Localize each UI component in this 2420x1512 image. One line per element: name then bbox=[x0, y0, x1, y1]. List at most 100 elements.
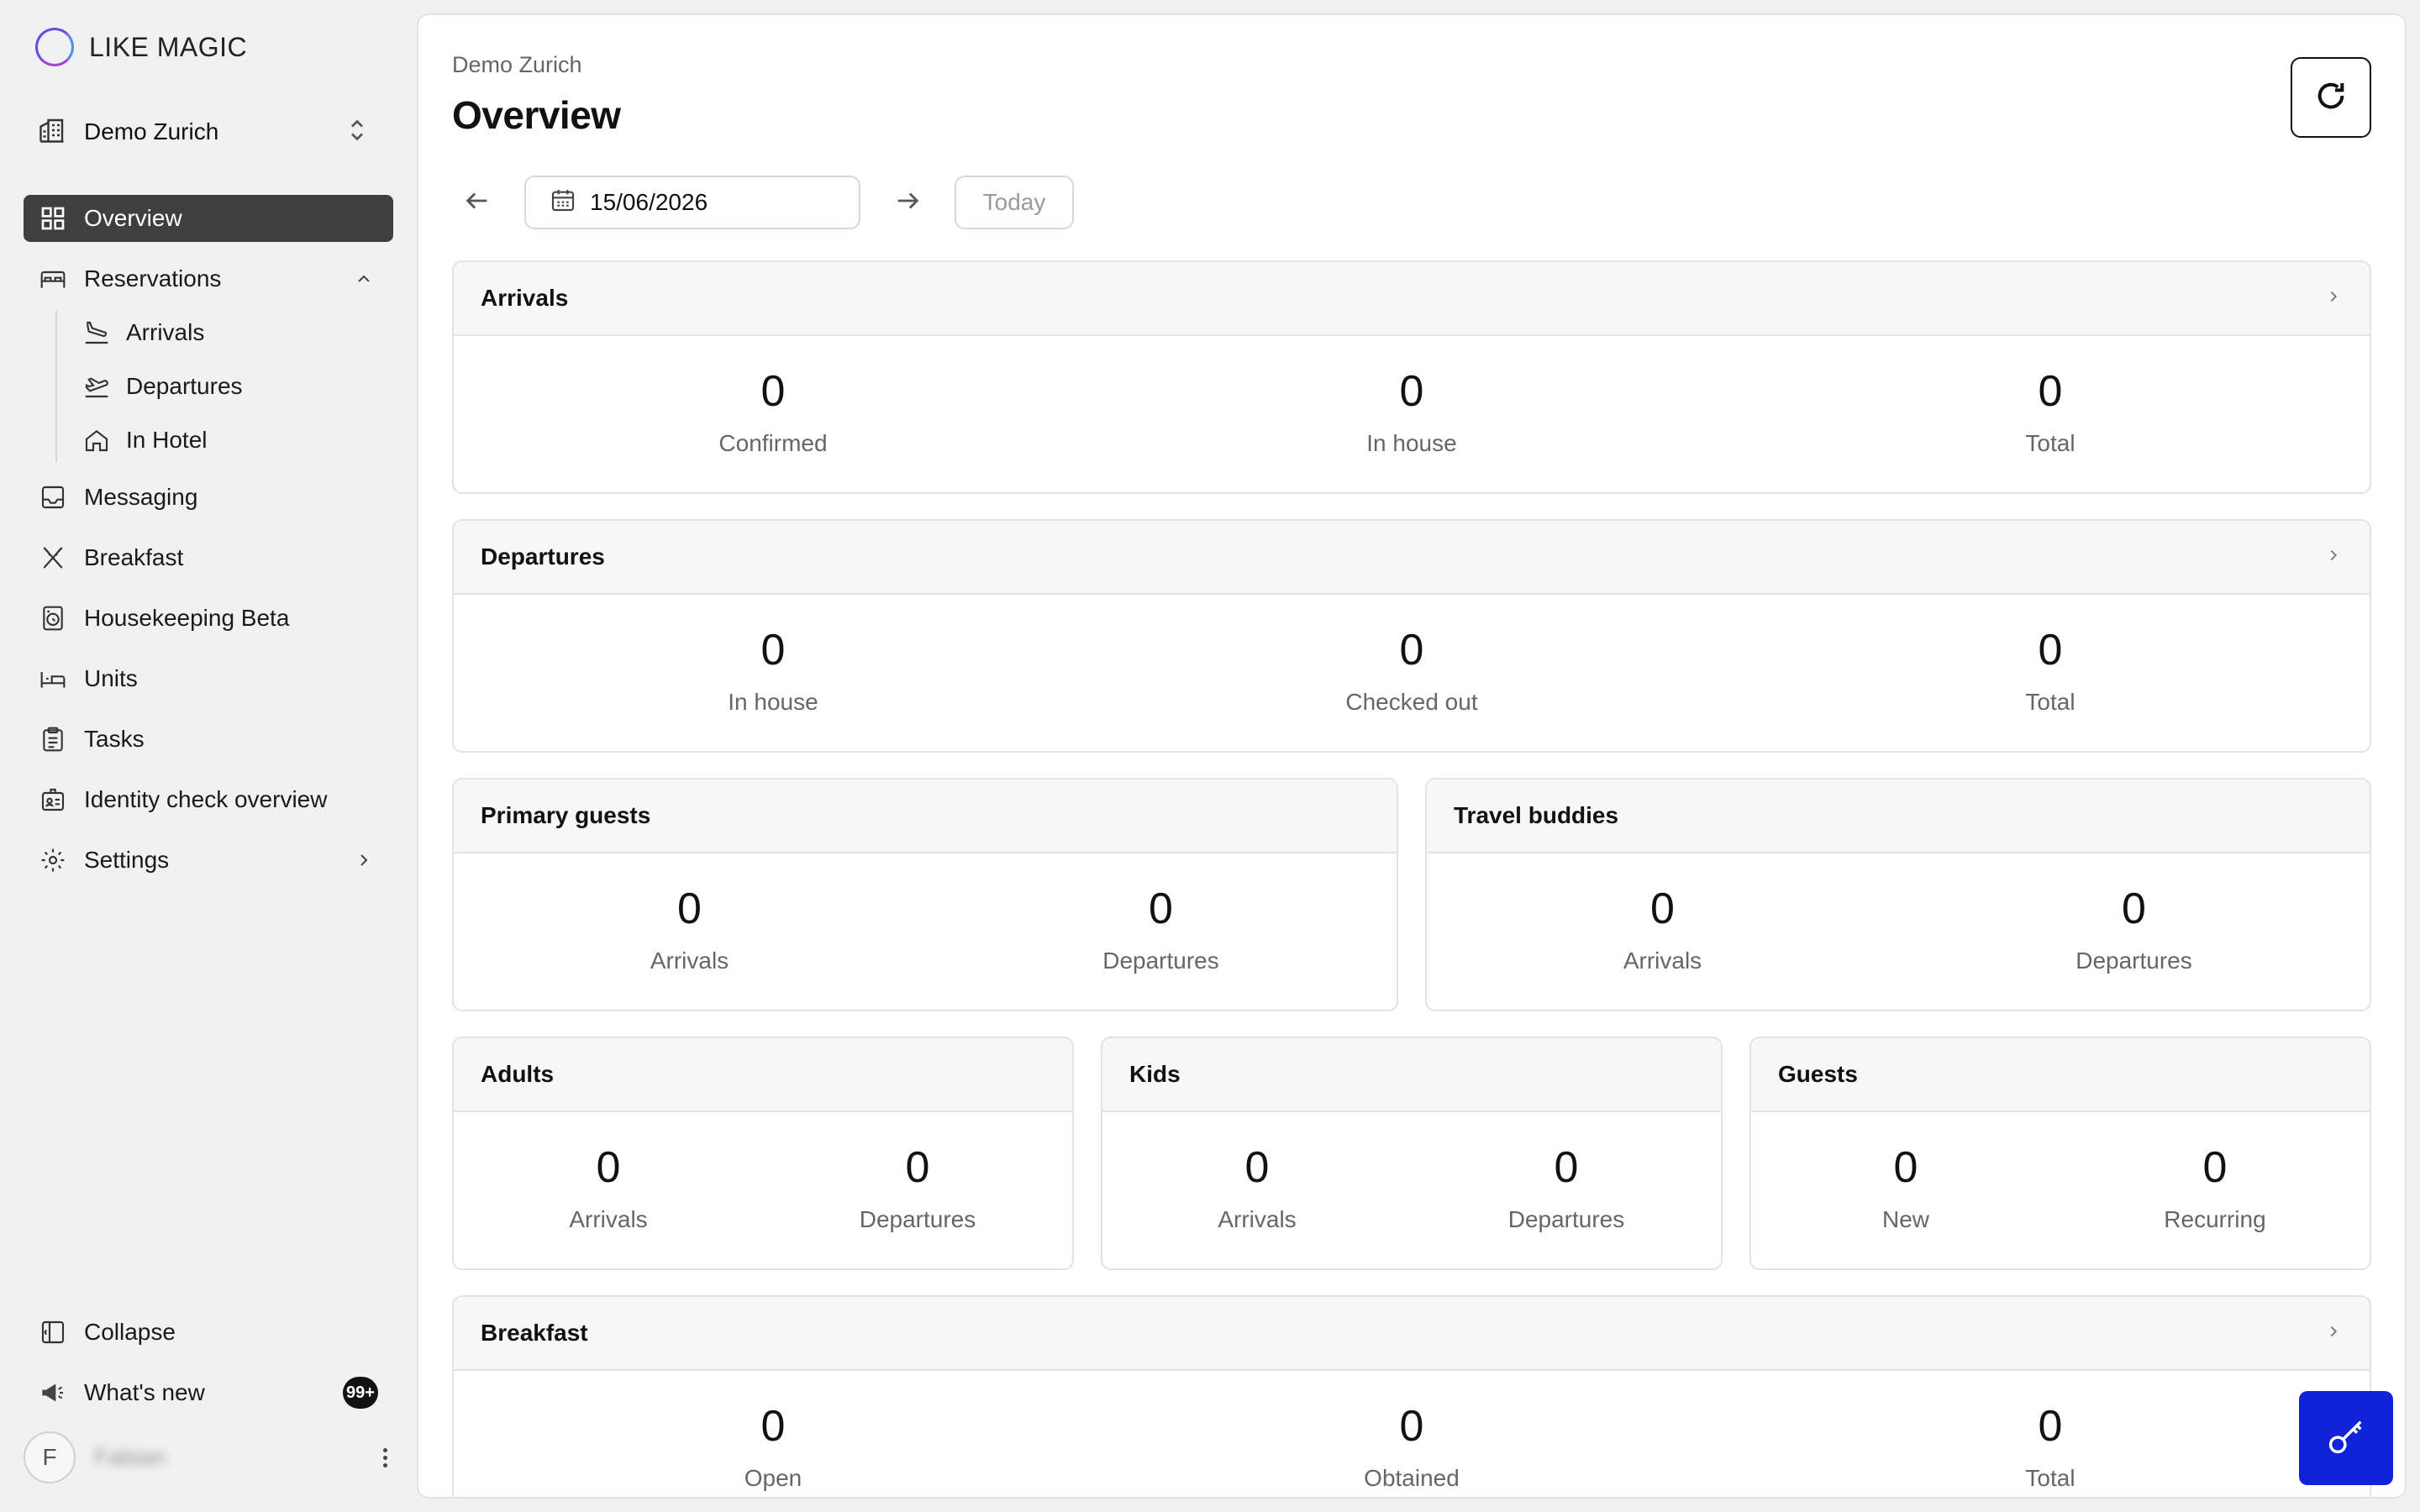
nav-in-hotel[interactable]: In Hotel bbox=[69, 418, 393, 462]
nav-units[interactable]: Units bbox=[24, 655, 393, 702]
stat-label: Total bbox=[2025, 689, 2075, 715]
megaphone-icon bbox=[39, 1378, 67, 1407]
building-icon bbox=[37, 115, 67, 150]
date-picker[interactable]: 15/06/2026 bbox=[524, 176, 860, 229]
stat-value: 0 bbox=[1244, 1143, 1270, 1192]
stat-departures: 0 Departures bbox=[1412, 1112, 1721, 1263]
arrow-right-icon bbox=[893, 186, 922, 219]
nav-reservations-label: Reservations bbox=[84, 265, 222, 291]
stat-label: Departures bbox=[2075, 948, 2192, 974]
today-button[interactable]: Today bbox=[955, 176, 1074, 229]
stat-departures: 0 Departures bbox=[1898, 853, 2370, 1005]
stat-label: Departures bbox=[1102, 948, 1219, 974]
key-action-button[interactable] bbox=[2299, 1391, 2393, 1485]
app-logo[interactable]: LIKE MAGIC bbox=[35, 27, 247, 67]
card-title: Breakfast bbox=[481, 1320, 588, 1346]
guests-card: Guests 0 New 0 Recurring bbox=[1749, 1037, 2371, 1270]
nav-departures[interactable]: Departures bbox=[69, 365, 393, 408]
stat-label: Departures bbox=[1507, 1206, 1625, 1232]
gear-icon bbox=[39, 846, 67, 874]
breadcrumb: Demo Zurich bbox=[452, 52, 582, 77]
chevron-right-icon bbox=[2324, 287, 2343, 310]
chevron-right-icon bbox=[350, 846, 378, 874]
nav-arrivals[interactable]: Arrivals bbox=[69, 311, 393, 354]
next-day-button[interactable] bbox=[882, 177, 933, 228]
card-title: Departures bbox=[481, 543, 605, 570]
stat-total: 0 Total bbox=[1731, 1371, 2370, 1497]
logo-mark bbox=[35, 28, 74, 66]
stat-label: In house bbox=[728, 689, 818, 715]
chevron-up-down-icon bbox=[346, 115, 368, 150]
bed-icon bbox=[39, 265, 67, 293]
adults-card: Adults 0 Arrivals 0 Departures bbox=[452, 1037, 1074, 1270]
nav-housekeeping[interactable]: Housekeeping Beta bbox=[24, 595, 393, 642]
more-options-icon[interactable] bbox=[376, 1447, 393, 1467]
stat-label: Arrivals bbox=[650, 948, 729, 974]
collapse-button[interactable]: Collapse bbox=[24, 1309, 393, 1356]
property-selector[interactable]: Demo Zurich bbox=[24, 108, 381, 156]
card-title: Travel buddies bbox=[1454, 802, 1619, 828]
stat-value: 0 bbox=[1554, 1143, 1579, 1192]
stat-label: Total bbox=[2025, 430, 2075, 456]
nav-identity-check[interactable]: Identity check overview bbox=[24, 776, 393, 823]
collapse-label: Collapse bbox=[84, 1319, 176, 1345]
stat-value: 0 bbox=[1399, 367, 1424, 416]
whats-new-label: What's new bbox=[84, 1379, 205, 1405]
card-title: Primary guests bbox=[481, 802, 651, 828]
stat-new: 0 New bbox=[1751, 1112, 2060, 1263]
nav-breakfast-label: Breakfast bbox=[84, 544, 184, 570]
nav-messaging[interactable]: Messaging bbox=[24, 474, 393, 521]
stat-confirmed: 0 Confirmed bbox=[454, 336, 1092, 487]
stat-value: 0 bbox=[1399, 1402, 1424, 1451]
stat-in-house: 0 In house bbox=[454, 595, 1092, 746]
stat-label: Recurring bbox=[2164, 1206, 2266, 1232]
whats-new-button[interactable]: What's new 99+ bbox=[24, 1369, 393, 1416]
nav-breakfast[interactable]: Breakfast bbox=[24, 534, 393, 581]
nav-reservations[interactable]: Reservations bbox=[24, 255, 393, 302]
nav-housekeeping-label: Housekeeping Beta bbox=[84, 605, 290, 631]
departures-card-header[interactable]: Departures bbox=[454, 521, 2370, 595]
nav-units-label: Units bbox=[84, 665, 138, 691]
arrivals-card-header[interactable]: Arrivals bbox=[454, 262, 2370, 336]
utensils-icon bbox=[39, 543, 67, 572]
stat-checked-out: 0 Checked out bbox=[1092, 595, 1731, 746]
nav-in-hotel-label: In Hotel bbox=[126, 427, 208, 453]
nav-tasks[interactable]: Tasks bbox=[24, 716, 393, 763]
grid-icon bbox=[39, 204, 67, 233]
clipboard-icon bbox=[39, 725, 67, 753]
chevron-up-icon[interactable] bbox=[350, 265, 378, 293]
refresh-button[interactable] bbox=[2291, 57, 2371, 138]
chevron-right-icon bbox=[2324, 546, 2343, 569]
departures-card: Departures 0 In house 0 Checked out 0 Total bbox=[452, 519, 2371, 753]
stat-recurring: 0 Recurring bbox=[2060, 1112, 2370, 1263]
stat-label: Arrivals bbox=[1218, 1206, 1297, 1232]
stat-label: Open bbox=[744, 1465, 802, 1491]
stat-value: 0 bbox=[760, 1402, 786, 1451]
stat-arrivals: 0 Arrivals bbox=[1102, 1112, 1412, 1263]
key-icon bbox=[2324, 1415, 2368, 1462]
stat-arrivals: 0 Arrivals bbox=[1427, 853, 1898, 1005]
main-nav: Overview Reservations Arrivals Departure… bbox=[24, 195, 393, 897]
previous-day-button[interactable] bbox=[452, 177, 502, 228]
chevron-right-icon bbox=[2324, 1322, 2343, 1345]
nav-overview[interactable]: Overview bbox=[24, 195, 393, 242]
card-title: Kids bbox=[1129, 1061, 1181, 1087]
travel-buddies-card-header: Travel buddies bbox=[1427, 780, 2370, 853]
calendar-icon bbox=[550, 186, 576, 219]
kids-card: Kids 0 Arrivals 0 Departures bbox=[1101, 1037, 1723, 1270]
stat-value: 0 bbox=[677, 885, 702, 933]
notification-badge: 99+ bbox=[343, 1377, 378, 1409]
nav-settings[interactable]: Settings bbox=[24, 837, 393, 884]
avatar: F bbox=[24, 1431, 76, 1483]
stat-value: 0 bbox=[760, 626, 786, 675]
stat-value: 0 bbox=[2038, 626, 2063, 675]
kids-card-header: Kids bbox=[1102, 1038, 1721, 1112]
user-menu[interactable]: F Fabian bbox=[24, 1431, 393, 1483]
breakfast-card-header[interactable]: Breakfast bbox=[454, 1297, 2370, 1371]
stat-value: 0 bbox=[1650, 885, 1675, 933]
card-title: Arrivals bbox=[481, 285, 569, 311]
stat-value: 0 bbox=[1399, 626, 1424, 675]
nav-settings-label: Settings bbox=[84, 847, 170, 873]
arrivals-card: Arrivals 0 Confirmed 0 In house 0 Total bbox=[452, 260, 2371, 494]
nav-departures-label: Departures bbox=[126, 373, 243, 399]
